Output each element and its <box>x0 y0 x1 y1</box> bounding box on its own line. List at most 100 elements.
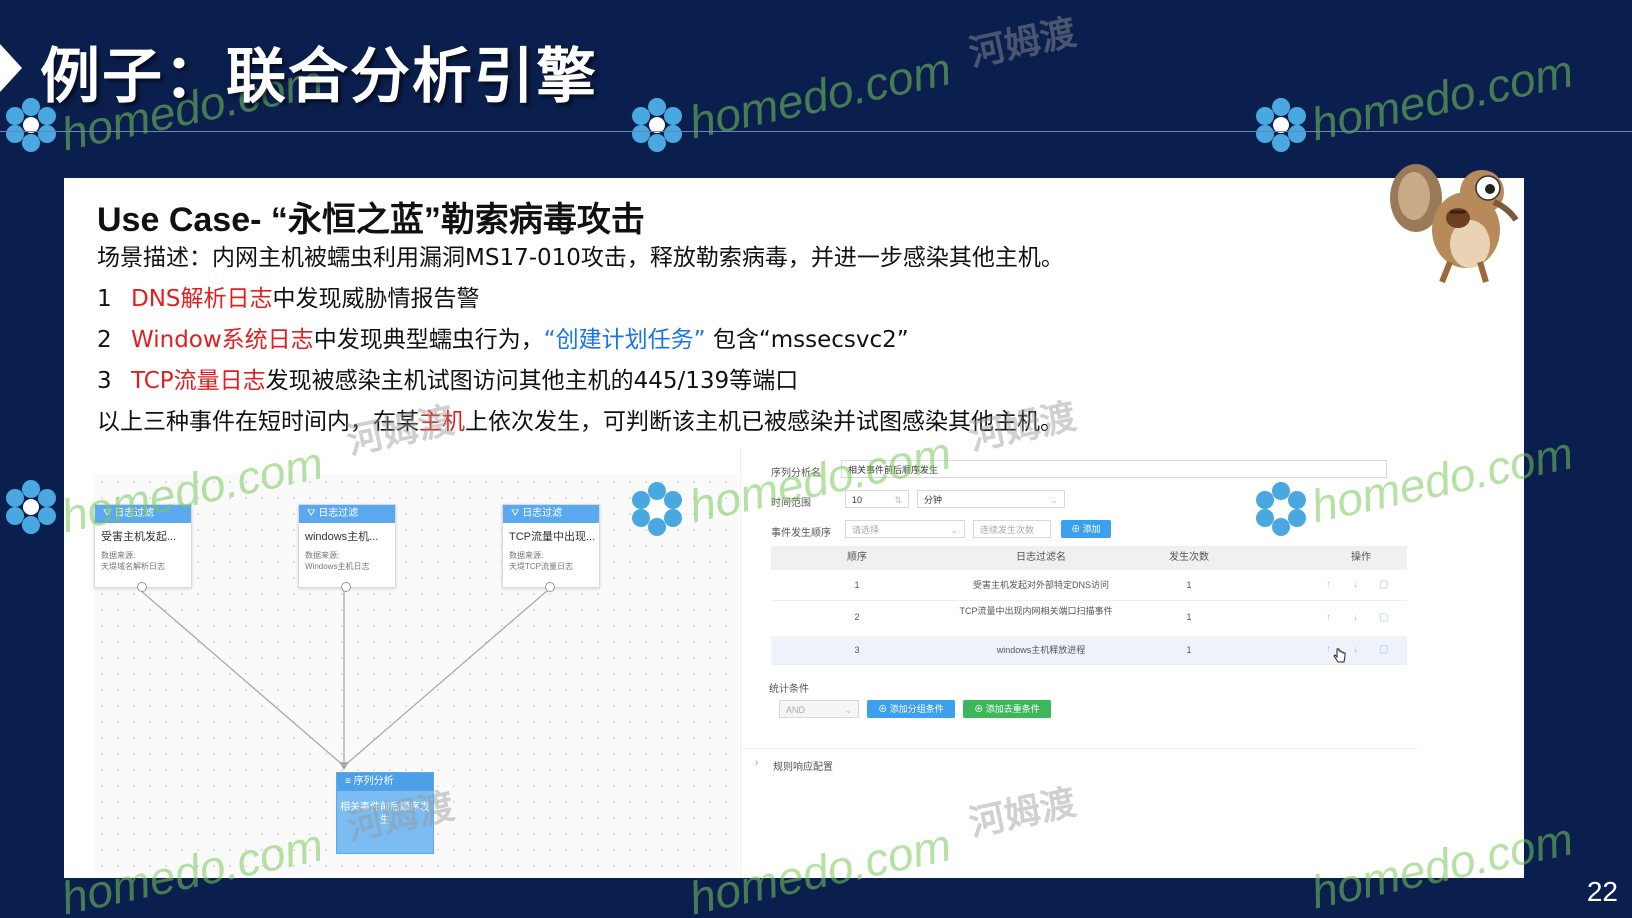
filter-node-windows[interactable]: ⛛ 日志过滤 windows主机... 数据来源: Windows主机日志 <box>298 504 396 592</box>
node-head-label: 日志过滤 <box>318 508 359 519</box>
node-head-label: 序列分析 <box>353 776 394 787</box>
node-src-label: 数据来源: <box>101 551 136 560</box>
delete-icon[interactable]: ▢ <box>1379 579 1388 590</box>
add-group-condition-button[interactable]: ⊕ 添加分组条件 <box>867 700 955 718</box>
order-select-placeholder: 请选择 <box>852 525 880 535</box>
filter-icon: ⛛ <box>511 508 523 519</box>
item-text: 发现被感染主机试图访问其他主机的445/139等端口 <box>265 368 799 394</box>
hand-cursor-icon <box>1333 648 1346 663</box>
squirrel-mascot-icon <box>1390 164 1519 284</box>
sequence-node-text: 相关事件前后顺序发生 <box>340 802 430 826</box>
order-count-input[interactable]: 连续发生次数 <box>973 520 1051 538</box>
col-order: 顺序 <box>847 552 867 563</box>
stat-conditions-label: 统计条件 <box>769 684 809 695</box>
filter-icon: ⛛ <box>307 508 319 519</box>
move-down-icon[interactable]: ↓ <box>1353 644 1358 655</box>
chevron-down-icon: ⌄ <box>1050 495 1058 505</box>
sequence-analysis-node[interactable]: ≡ 序列分析 相关事件前后顺序发生 <box>336 772 434 854</box>
delete-icon[interactable]: ▢ <box>1379 612 1388 623</box>
divider <box>741 748 1417 749</box>
row-name: windows主机释放进程 <box>996 645 1086 655</box>
item-text: 中发现威胁情报告警 <box>272 286 480 312</box>
item-number: 1 <box>97 286 112 312</box>
node-head-label: 日志过滤 <box>522 508 563 519</box>
scene-description: 场景描述：内网主机被蠕虫利用漏洞MS17-010攻击，释放勒索病毒，并进一步感染… <box>97 245 1064 271</box>
page-number: 22 <box>1586 876 1618 907</box>
node-port[interactable] <box>545 582 555 592</box>
row-name: TCP流量中出现内网相关端口扫描事件 <box>959 606 1113 616</box>
conclusion-text: 上依次发生，可判断该主机已被感染并试图感染其他主机。 <box>465 409 1063 435</box>
title-arrow-icon <box>0 44 22 92</box>
node-src: 天堤TCP流量日志 <box>509 562 573 571</box>
node-name: 受害主机发起... <box>101 531 177 543</box>
order-select[interactable]: 请选择 ⌄ <box>845 520 965 538</box>
chevron-down-icon: ⌄ <box>844 705 852 715</box>
list-item: 2 Window系统日志中发现典型蠕虫行为，“创建计划任务” 包含“mssecsv… <box>97 320 909 354</box>
item-text: 包含“mssecsvc2” <box>705 327 909 353</box>
row-order: 3 <box>854 645 860 655</box>
seq-name-input[interactable]: 相关事件前后顺序发生 <box>841 460 1387 478</box>
watermark-brand: homedo.com <box>684 42 956 149</box>
stepper-icon[interactable]: ⇅ <box>894 491 902 507</box>
move-up-icon[interactable]: ↑ <box>1326 579 1331 590</box>
node-src: 天堤域名解析日志 <box>101 562 165 571</box>
col-filter-name: 日志过滤名 <box>1016 552 1066 563</box>
filter-node-tcp[interactable]: ⛛ 日志过滤 TCP流量中出现... 数据来源: 天堤TCP流量日志 <box>502 504 600 592</box>
row-order: 1 <box>854 580 860 590</box>
node-port[interactable] <box>341 582 351 592</box>
move-up-icon[interactable]: ↑ <box>1326 644 1331 655</box>
conclusion-highlight: 主机 <box>419 409 465 435</box>
node-src-label: 数据来源: <box>509 551 544 560</box>
watermark-flower-icon <box>632 98 682 152</box>
move-up-icon[interactable]: ↑ <box>1326 612 1331 623</box>
time-unit: 分钟 <box>924 495 943 505</box>
watermark-flower-icon <box>6 480 56 534</box>
watermark-cn: 河姆渡 <box>965 12 1080 75</box>
slide-title: 例子：联合分析引擎 <box>40 42 598 112</box>
rule-response-config[interactable]: 规则响应配置 <box>773 758 833 773</box>
item-text: 中发现典型蠕虫行为， <box>313 327 544 353</box>
time-range-input[interactable]: 10 ⇅ <box>845 490 909 508</box>
node-src-label: 数据来源: <box>305 551 340 560</box>
item-highlight: TCP流量日志 <box>131 368 266 394</box>
node-src: Windows主机日志 <box>305 562 370 571</box>
conclusion: 以上三种事件在短时间内，在某主机上依次发生，可判断该主机已被感染并试图感染其他主… <box>97 402 1063 436</box>
sequence-icon: ≡ <box>345 776 354 787</box>
table-row[interactable]: 2 TCP流量中出现内网相关端口扫描事件 1 ↑ ↓ ▢ <box>771 600 1407 637</box>
time-unit-select[interactable]: 分钟 ⌄ <box>917 490 1065 508</box>
conclusion-text: 以上三种事件在短时间内，在某 <box>97 409 419 435</box>
node-head-label: 日志过滤 <box>114 508 155 519</box>
table-row[interactable]: 1 受害主机发起对外部特定DNS访问 1 ↑ ↓ ▢ <box>771 570 1407 601</box>
item-highlight: DNS解析日志 <box>131 286 273 312</box>
list-item: 1 DNS解析日志中发现威胁情报告警 <box>97 279 480 313</box>
node-port[interactable] <box>137 582 147 592</box>
col-actions: 操作 <box>1351 552 1371 563</box>
col-count: 发生次数 <box>1169 552 1209 563</box>
logic-value: AND <box>786 705 806 715</box>
slide: homedo.com homedo.com 河姆渡 homedo.com 例子：… <box>0 0 1632 918</box>
table-row-hovered[interactable]: 3 windows主机释放进程 1 ↑ ↓ ▢ <box>771 636 1407 665</box>
order-label: 事件发生顺序 <box>771 528 831 539</box>
use-case-title: Use Case- “永恒之蓝”勒索病毒攻击 <box>97 201 645 239</box>
row-count: 1 <box>1186 580 1192 590</box>
seq-name-label: 序列分析名 <box>771 468 821 479</box>
chevron-right-icon[interactable]: › <box>755 757 758 768</box>
graph-canvas[interactable]: ⛛ 日志过滤 受害主机发起... 数据来源: 天堤域名解析日志 ⛛ 日志过滤 wi… <box>94 474 739 874</box>
move-down-icon[interactable]: ↓ <box>1353 579 1358 590</box>
move-down-icon[interactable]: ↓ <box>1353 612 1358 623</box>
add-button[interactable]: ⊕ 添加 <box>1061 520 1111 538</box>
title-divider <box>0 131 1632 132</box>
logic-select[interactable]: AND ⌄ <box>779 700 859 718</box>
table-header: 顺序 日志过滤名 发生次数 操作 <box>771 546 1407 570</box>
row-count: 1 <box>1186 612 1192 622</box>
filter-icon: ⛛ <box>103 508 115 519</box>
item-number: 3 <box>97 368 112 394</box>
content-card: Use Case- “永恒之蓝”勒索病毒攻击 场景描述：内网主机被蠕虫利用漏洞M… <box>64 178 1524 878</box>
filter-node-dns[interactable]: ⛛ 日志过滤 受害主机发起... 数据来源: 天堤域名解析日志 <box>94 504 192 592</box>
node-name: windows主机... <box>305 531 379 543</box>
row-name: 受害主机发起对外部特定DNS访问 <box>972 580 1109 590</box>
item-quote: “创建计划任务” <box>543 327 706 353</box>
delete-icon[interactable]: ▢ <box>1379 644 1388 655</box>
add-dedup-condition-button[interactable]: ⊕ 添加去重条件 <box>963 700 1051 718</box>
time-value: 10 <box>852 495 863 505</box>
